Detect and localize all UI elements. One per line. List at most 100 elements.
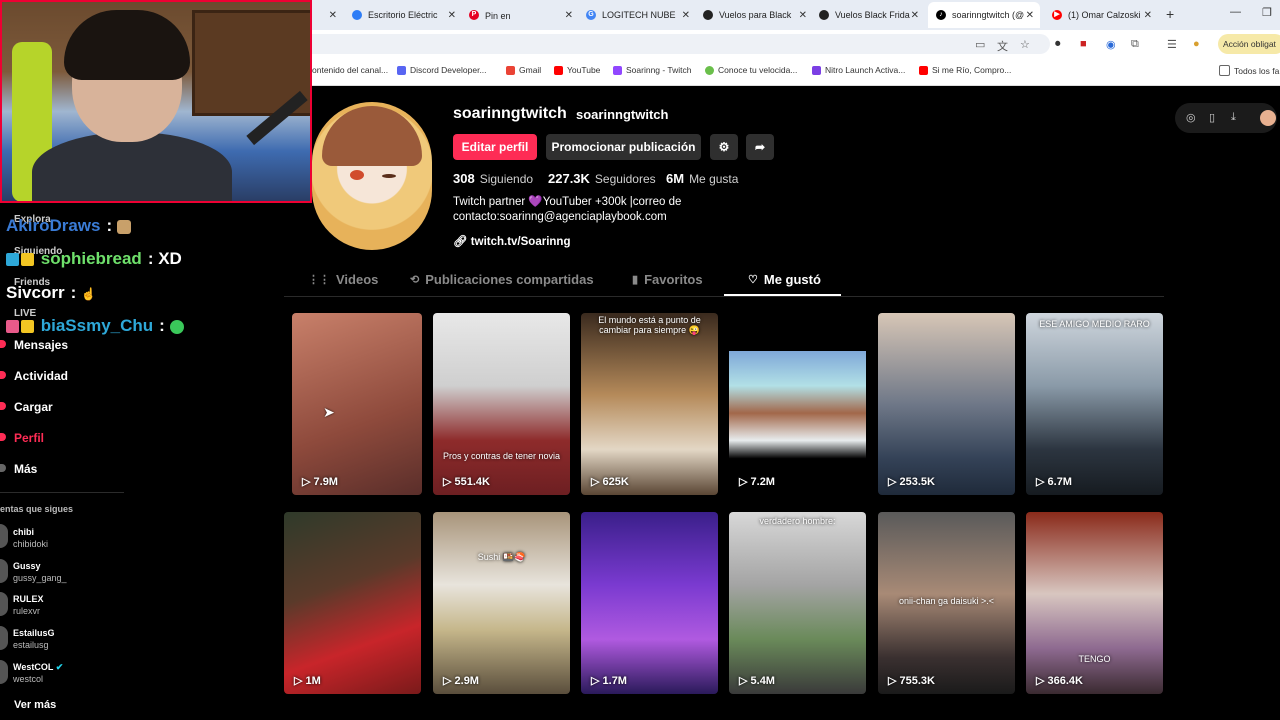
view-count: ▷ 7.9M bbox=[302, 475, 338, 488]
restore-icon[interactable]: ❐ bbox=[1262, 6, 1272, 19]
mouse-cursor-icon: ➤ bbox=[323, 404, 335, 420]
download-icon[interactable]: ⤓ bbox=[1231, 111, 1236, 124]
browser-tab[interactable]: P Pin en ㅤ ✕ bbox=[469, 4, 573, 26]
star-icon[interactable]: ☆ bbox=[1020, 38, 1030, 51]
close-icon[interactable]: ✕ bbox=[1026, 10, 1034, 21]
profile-avatar[interactable] bbox=[312, 102, 432, 250]
bookmark-item[interactable]: Conoce tu velocida... bbox=[705, 65, 797, 75]
nav-activity[interactable]: Actividad bbox=[14, 369, 68, 383]
extension-icon[interactable]: ■ bbox=[1080, 38, 1087, 50]
video-card[interactable]: ▷ 253.5K bbox=[878, 313, 1015, 495]
view-count-value: 7.9M bbox=[313, 476, 338, 488]
close-icon[interactable]: ✕ bbox=[911, 10, 919, 21]
browser-tab-active[interactable]: ♪ soarinngtwitch (@ ✕ bbox=[928, 2, 1040, 28]
avatar[interactable] bbox=[0, 524, 8, 548]
video-card[interactable]: Pros y contras de tener novia ▷ 551.4K bbox=[433, 313, 570, 495]
crown-badge-icon bbox=[21, 253, 34, 267]
browser-tab[interactable]: ▶ (1) Omar Calzoski ✕ bbox=[1052, 4, 1152, 26]
bookmark-label: Conoce tu velocida... bbox=[718, 65, 798, 75]
close-icon[interactable]: ✕ bbox=[1144, 10, 1152, 21]
video-card[interactable]: TENGO ▷ 366.4K bbox=[1026, 512, 1163, 694]
close-icon[interactable]: ✕ bbox=[329, 10, 337, 21]
emote-icon bbox=[169, 319, 184, 334]
bookmark-item[interactable]: Nitro Launch Activa... bbox=[812, 65, 905, 75]
video-card[interactable]: onii-chan ga daisuki >.< ▷ 755.3K bbox=[878, 512, 1015, 694]
settings-icon[interactable]: ⚙ bbox=[710, 134, 738, 160]
browser-tab[interactable]: Vuelos para Black ✕ bbox=[703, 4, 807, 26]
view-count-value: 551.4K bbox=[454, 476, 490, 488]
following-item[interactable]: Gussy gussy_gang_ bbox=[13, 560, 67, 584]
close-icon[interactable]: ✕ bbox=[799, 10, 807, 21]
youtube-icon: ▶ bbox=[1052, 10, 1062, 20]
video-card[interactable]: ▷ 1M bbox=[284, 512, 421, 694]
share-icon[interactable]: ➦ bbox=[746, 134, 774, 160]
extension-icon[interactable]: ⏺ bbox=[1055, 38, 1061, 51]
bookmark-item[interactable]: ontenido del canal... bbox=[312, 65, 388, 75]
nav-upload[interactable]: Cargar bbox=[14, 400, 53, 414]
tab-videos[interactable]: ⋮⋮ Videos bbox=[308, 272, 378, 287]
nav-profile[interactable]: Perfil bbox=[14, 431, 44, 445]
video-card[interactable]: ESE AMIGO MEDIO RARO ▷ 6.7M bbox=[1026, 313, 1163, 495]
following-item[interactable]: chibi chibidoki bbox=[13, 526, 48, 550]
nav-messages[interactable]: Mensajes bbox=[14, 338, 68, 352]
cast-icon[interactable]: ▭ bbox=[975, 38, 985, 51]
webcam-person-hair bbox=[64, 10, 190, 80]
browser-tab[interactable]: Escritorio Eléctric ✕ bbox=[352, 4, 456, 26]
nav-more[interactable]: Más bbox=[14, 462, 37, 476]
puzzle-icon[interactable]: ⧉ bbox=[1131, 38, 1139, 51]
following-item[interactable]: WestCOL ✔ westcol bbox=[13, 661, 63, 685]
stat-followers[interactable]: 227.3K Seguidores bbox=[548, 171, 656, 186]
bookmark-folder[interactable]: Todos los fa bbox=[1219, 65, 1279, 76]
stat-following[interactable]: 308 Siguiendo bbox=[453, 171, 533, 186]
address-input[interactable] bbox=[300, 34, 1050, 54]
bookmark-item[interactable]: Discord Developer... bbox=[397, 65, 487, 75]
bookmark-item[interactable]: Si me Río, Compro... bbox=[919, 65, 1011, 75]
new-tab-icon[interactable]: + bbox=[1166, 6, 1174, 22]
avatar[interactable] bbox=[0, 559, 8, 583]
video-card[interactable]: Sushi 🍱🍣 ▷ 2.9M bbox=[433, 512, 570, 694]
bookmark-item[interactable]: Gmail bbox=[506, 65, 541, 75]
reading-list-icon[interactable]: ☰ bbox=[1167, 38, 1177, 51]
browser-tab[interactable]: G LOGITECH NUBE ✕ bbox=[586, 4, 690, 26]
video-card[interactable]: verdadero hombre: ▷ 5.4M bbox=[729, 512, 866, 694]
close-icon[interactable]: ✕ bbox=[448, 10, 456, 21]
avatar[interactable] bbox=[0, 660, 8, 684]
browser-tab[interactable]: Vuelos Black Frida ✕ bbox=[819, 4, 919, 26]
promote-post-button[interactable]: Promocionar publicación bbox=[546, 134, 701, 160]
profile-chip[interactable]: Acción obligat bbox=[1218, 34, 1280, 54]
video-card[interactable]: ▷ 7.9M bbox=[292, 313, 422, 495]
following-item[interactable]: RULEX rulexvr bbox=[13, 593, 44, 617]
profile-link[interactable]: 🔗︎ twitch.tv/Soarinng bbox=[453, 234, 570, 248]
see-more-link[interactable]: Ver más bbox=[14, 699, 56, 711]
view-count: ▷ 1M bbox=[294, 674, 321, 687]
bookmark-label: Soarinng - Twitch bbox=[626, 65, 692, 75]
avatar[interactable] bbox=[0, 626, 8, 650]
avatar[interactable] bbox=[0, 592, 8, 616]
video-card[interactable]: ▷ 1.7M bbox=[581, 512, 718, 694]
minimize-icon[interactable]: — bbox=[1230, 6, 1241, 18]
tab-favorites[interactable]: ▮ Favoritos bbox=[632, 272, 703, 287]
bookmark-item[interactable]: YouTube bbox=[554, 65, 600, 75]
close-icon[interactable]: ✕ bbox=[682, 10, 690, 21]
emote-icon bbox=[116, 219, 131, 234]
tab-reposts[interactable]: ⟲ Publicaciones compartidas bbox=[410, 272, 594, 287]
bookmark-item[interactable]: Soarinng - Twitch bbox=[613, 65, 692, 75]
compass-icon[interactable]: ◎ bbox=[1186, 111, 1196, 124]
stat-likes: 6M Me gusta bbox=[666, 171, 738, 186]
extension-icon[interactable]: ◉ bbox=[1106, 38, 1116, 51]
avatar[interactable] bbox=[1260, 110, 1276, 126]
following-item[interactable]: EstailusG estailusg bbox=[13, 627, 55, 651]
tab-liked[interactable]: ♡ Me gustó bbox=[748, 272, 821, 287]
edit-profile-button[interactable]: Editar perfil bbox=[453, 134, 537, 160]
crown-badge-icon bbox=[21, 320, 34, 334]
video-card[interactable]: El mundo está a punto de cambiar para si… bbox=[581, 313, 718, 495]
video-card[interactable]: ▷ 7.2M bbox=[729, 313, 866, 495]
close-icon[interactable]: ✕ bbox=[565, 10, 573, 21]
translate-icon[interactable]: 文 bbox=[997, 38, 1008, 54]
avatar-icon[interactable]: ● bbox=[1193, 38, 1200, 50]
browser-tab-partial[interactable]: ✕ bbox=[315, 4, 337, 26]
mobile-icon[interactable]: ▯ bbox=[1209, 111, 1215, 124]
video-caption: ESE AMIGO MEDIO RARO bbox=[1039, 319, 1150, 329]
site-favicon-icon bbox=[703, 10, 713, 20]
webcam-person-body bbox=[32, 132, 232, 201]
